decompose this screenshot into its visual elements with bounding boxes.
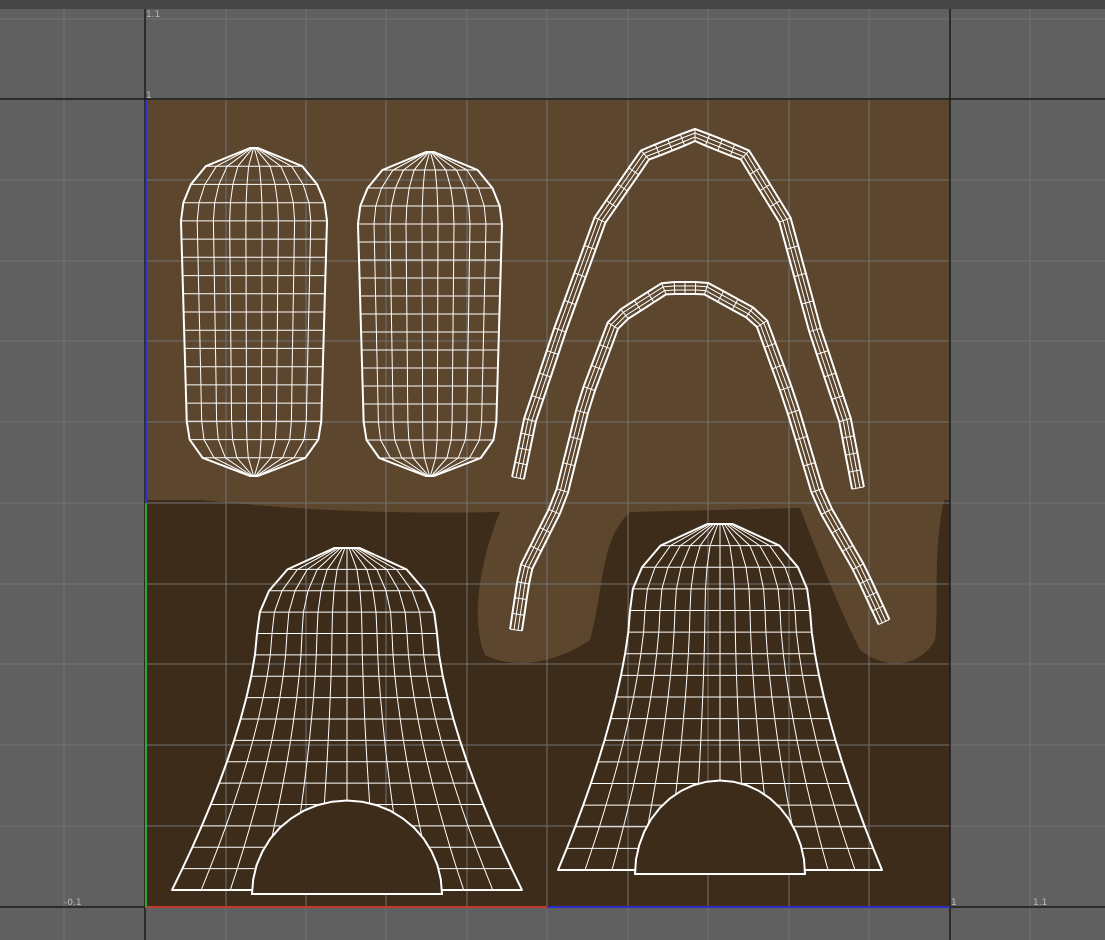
axis-label-u-1: 1 (951, 898, 957, 908)
axis-label-v-1-1: 1.1 (146, 10, 160, 20)
axis-label-u-neg-0-1: -0.1 (64, 898, 82, 908)
axis-label-v-1: 1 (146, 91, 152, 101)
uv-canvas[interactable]: 1.1 1 -0.1 1 1.1 (0, 0, 1105, 940)
axis-label-u-1-1: 1.1 (1033, 898, 1047, 908)
uv-editor-viewport[interactable]: 1.1 1 -0.1 1 1.1 (0, 0, 1105, 940)
